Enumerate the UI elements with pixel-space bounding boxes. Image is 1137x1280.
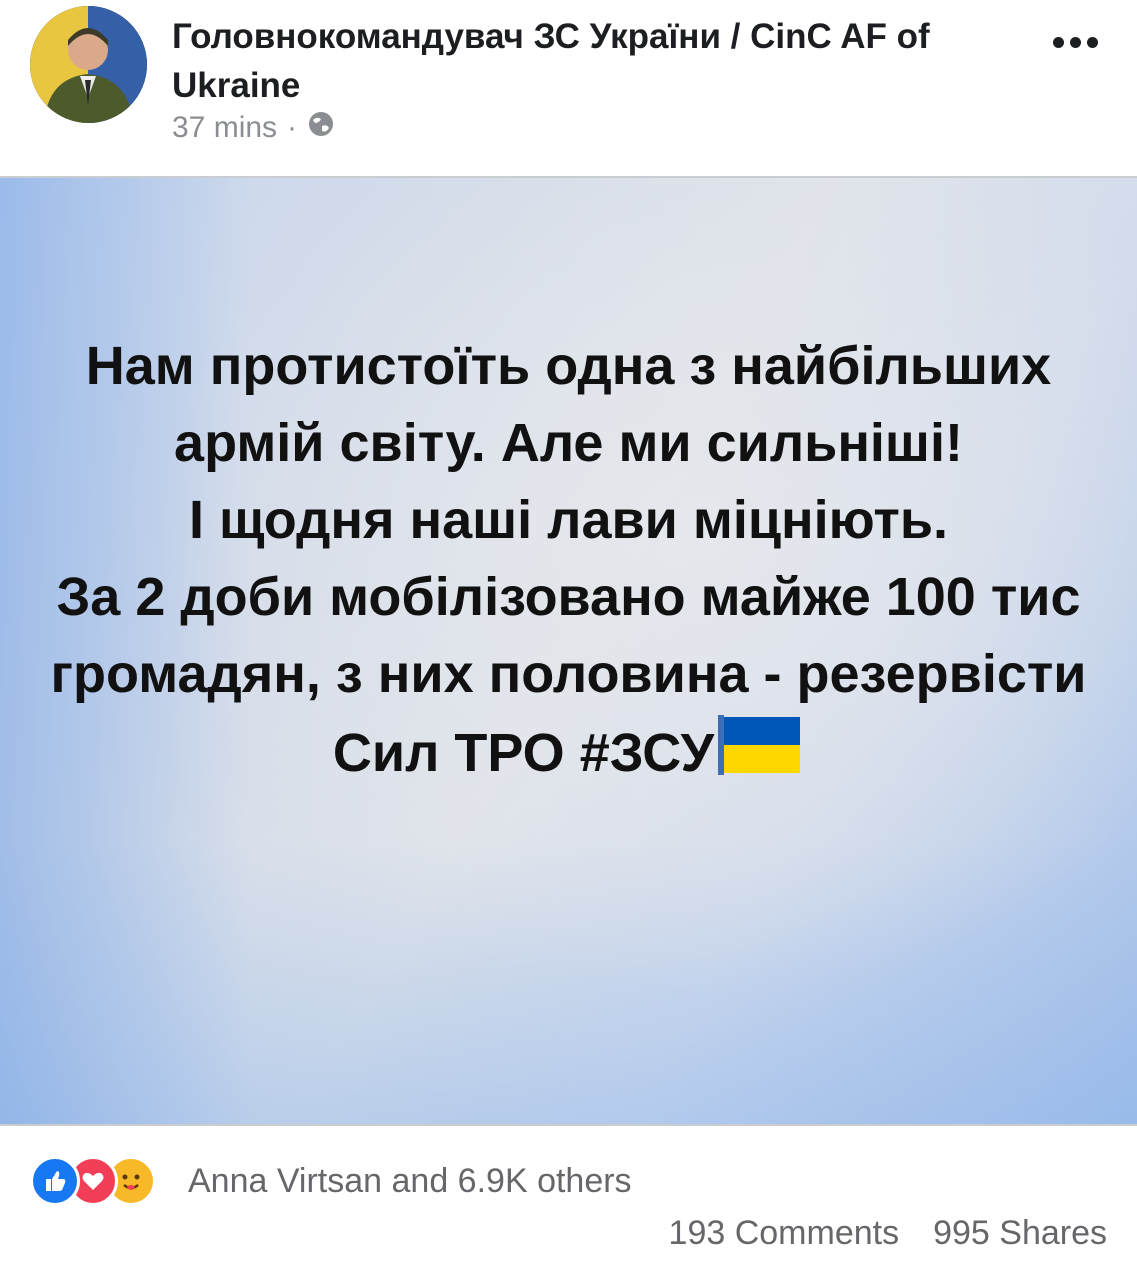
post-time[interactable]: 37 mins <box>172 111 277 145</box>
post-image-card[interactable]: Нам протистоїть одна з найбільших армій … <box>0 176 1137 1126</box>
post-card-text: Нам протистоїть одна з найбільших армій … <box>40 328 1097 792</box>
post-card-message: Нам протистоїть одна з найбільших армій … <box>50 336 1087 783</box>
like-icon <box>30 1156 80 1206</box>
author-name[interactable]: Головнокомандувач ЗС України / CinC AF o… <box>172 12 1002 110</box>
comments-count[interactable]: 193 Comments <box>669 1214 900 1253</box>
meta-separator: · <box>287 111 298 144</box>
post-meta: 37 mins · <box>172 110 335 146</box>
post-footer: Anna Virtsan and 6.9K others 193 Comment… <box>0 1128 1137 1280</box>
shares-count[interactable]: 995 Shares <box>933 1214 1107 1253</box>
globe-icon <box>307 110 335 146</box>
reaction-summary[interactable]: Anna Virtsan and 6.9K others <box>188 1162 632 1201</box>
post-header: Головнокомандувач ЗС України / CinC AF o… <box>0 0 1137 178</box>
author-avatar[interactable] <box>30 6 147 123</box>
post-stats: 193 Comments 995 Shares <box>669 1214 1107 1253</box>
reaction-icons[interactable] <box>30 1156 156 1206</box>
more-options-icon[interactable] <box>1040 22 1110 62</box>
ukraine-flag-icon <box>716 713 804 777</box>
